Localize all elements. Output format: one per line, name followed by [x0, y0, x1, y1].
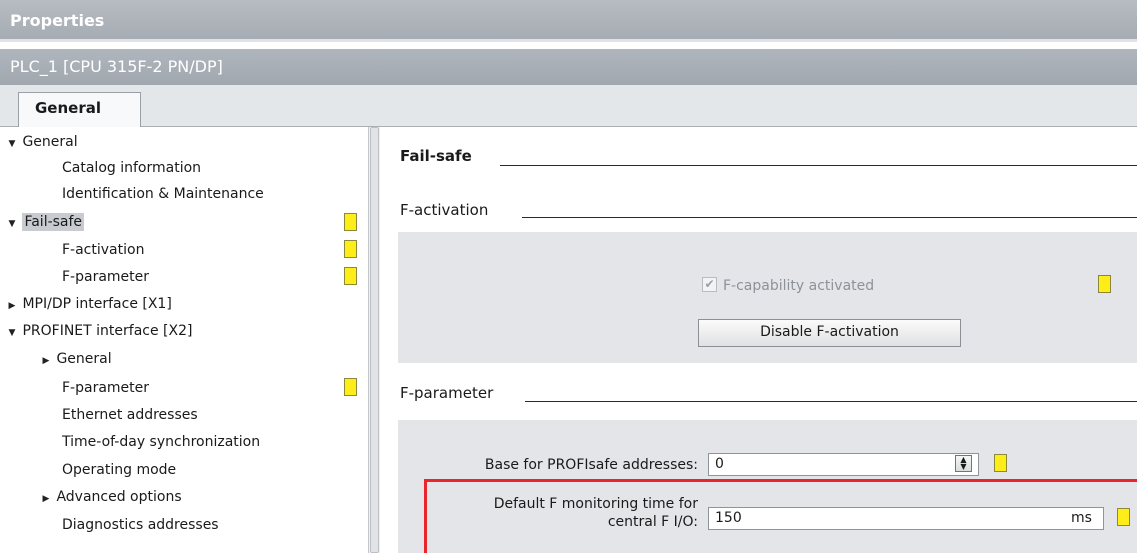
nav-item-label: Identification & Maintenance	[62, 186, 264, 202]
base-profisafe-label: Base for PROFIsafe addresses:	[484, 457, 698, 473]
expand-triangle-icon[interactable]: ▼	[6, 219, 18, 229]
expand-triangle-icon[interactable]: ▼	[6, 328, 18, 338]
nav-item-profinet-general[interactable]: ▶ General	[0, 348, 364, 372]
base-profisafe-input[interactable]: 0	[708, 453, 979, 476]
nav-item-mpi-dp-interface[interactable]: ▶ MPI/DP interface [X1]	[0, 293, 364, 317]
section-divider	[500, 165, 1137, 166]
nav-item-f-parameter[interactable]: F-parameter	[0, 266, 364, 290]
tab-general[interactable]: General	[18, 92, 141, 128]
nav-item-f-activation[interactable]: F-activation	[0, 239, 364, 263]
nav-item-label: General	[22, 134, 78, 150]
expand-triangle-icon[interactable]: ▶	[40, 494, 52, 504]
status-marker-icon	[344, 378, 357, 396]
nav-item-label: F-parameter	[62, 380, 150, 396]
tab-general-label: General	[35, 99, 101, 117]
section-divider	[525, 401, 1137, 402]
nav-item-advanced-options[interactable]: ▶ Advanced options	[0, 486, 364, 510]
nav-item-label: General	[56, 351, 112, 367]
nav-item-label: Catalog information	[62, 160, 202, 176]
status-marker-icon	[344, 240, 357, 258]
status-marker-icon	[344, 213, 357, 231]
nav-item-catalog-information[interactable]: Catalog information	[0, 157, 364, 181]
nav-item-fail-safe[interactable]: ▼ Fail-safe	[0, 211, 364, 235]
properties-content: Fail-safe F-activation ✔ F-capability ac…	[380, 127, 1137, 553]
nav-scrollbar-thumb[interactable]	[370, 127, 379, 553]
nav-item-operating-mode[interactable]: Operating mode	[0, 459, 364, 483]
nav-item-label: F-parameter	[62, 269, 150, 285]
expand-triangle-icon[interactable]: ▶	[40, 356, 52, 366]
nav-item-ethernet-addresses[interactable]: Ethernet addresses	[0, 404, 364, 428]
highlight-box	[424, 479, 1137, 553]
f-activation-heading: F-activation	[400, 201, 489, 219]
f-capability-checkbox[interactable]: ✔	[702, 277, 717, 292]
expand-triangle-icon[interactable]: ▼	[6, 139, 18, 149]
nav-item-identification-maintenance[interactable]: Identification & Maintenance	[0, 183, 364, 207]
base-profisafe-value: 0	[715, 456, 724, 472]
expand-triangle-icon[interactable]: ▶	[6, 301, 18, 311]
object-title-bar: PLC_1 [CPU 315F-2 PN/DP]	[0, 49, 1137, 85]
f-capability-label: F-capability activated	[723, 278, 875, 294]
status-marker-icon	[344, 267, 357, 285]
object-title: PLC_1 [CPU 315F-2 PN/DP]	[10, 57, 223, 76]
properties-title-bar: Properties	[0, 0, 1137, 42]
section-title: Fail-safe	[400, 147, 472, 165]
nav-item-label: Advanced options	[56, 489, 182, 505]
nav-item-label: PROFINET interface [X2]	[22, 323, 193, 339]
status-marker-icon	[994, 454, 1007, 472]
nav-item-profinet-f-parameter[interactable]: F-parameter	[0, 377, 364, 401]
nav-item-label: F-activation	[62, 242, 145, 258]
navigation-tree: ▼ General Catalog information Identifica…	[0, 127, 371, 553]
nav-item-label: Operating mode	[62, 462, 177, 478]
nav-item-label: MPI/DP interface [X1]	[22, 296, 172, 312]
f-activation-panel: ✔ F-capability activated Disable F-activ…	[398, 232, 1137, 363]
spinner-up-down-icon[interactable]: ▲ ▼	[955, 455, 972, 472]
nav-item-label: Ethernet addresses	[62, 407, 198, 423]
tab-strip: General	[0, 85, 1137, 128]
nav-item-general[interactable]: ▼ General	[0, 131, 364, 155]
nav-item-time-of-day-synchronization[interactable]: Time-of-day synchronization	[0, 431, 364, 455]
nav-item-label: Time-of-day synchronization	[62, 434, 261, 450]
disable-f-activation-button[interactable]: Disable F-activation	[698, 319, 961, 347]
nav-item-label: Fail-safe	[22, 213, 85, 231]
section-divider	[522, 217, 1137, 218]
status-marker-icon	[1098, 275, 1111, 293]
properties-title: Properties	[10, 11, 105, 30]
nav-item-profinet-interface[interactable]: ▼ PROFINET interface [X2]	[0, 320, 364, 344]
nav-item-diagnostics-addresses[interactable]: Diagnostics addresses	[0, 514, 364, 538]
nav-item-label: Diagnostics addresses	[62, 517, 219, 533]
nav-scrollbar[interactable]	[368, 127, 380, 553]
f-parameter-heading: F-parameter	[400, 384, 494, 402]
